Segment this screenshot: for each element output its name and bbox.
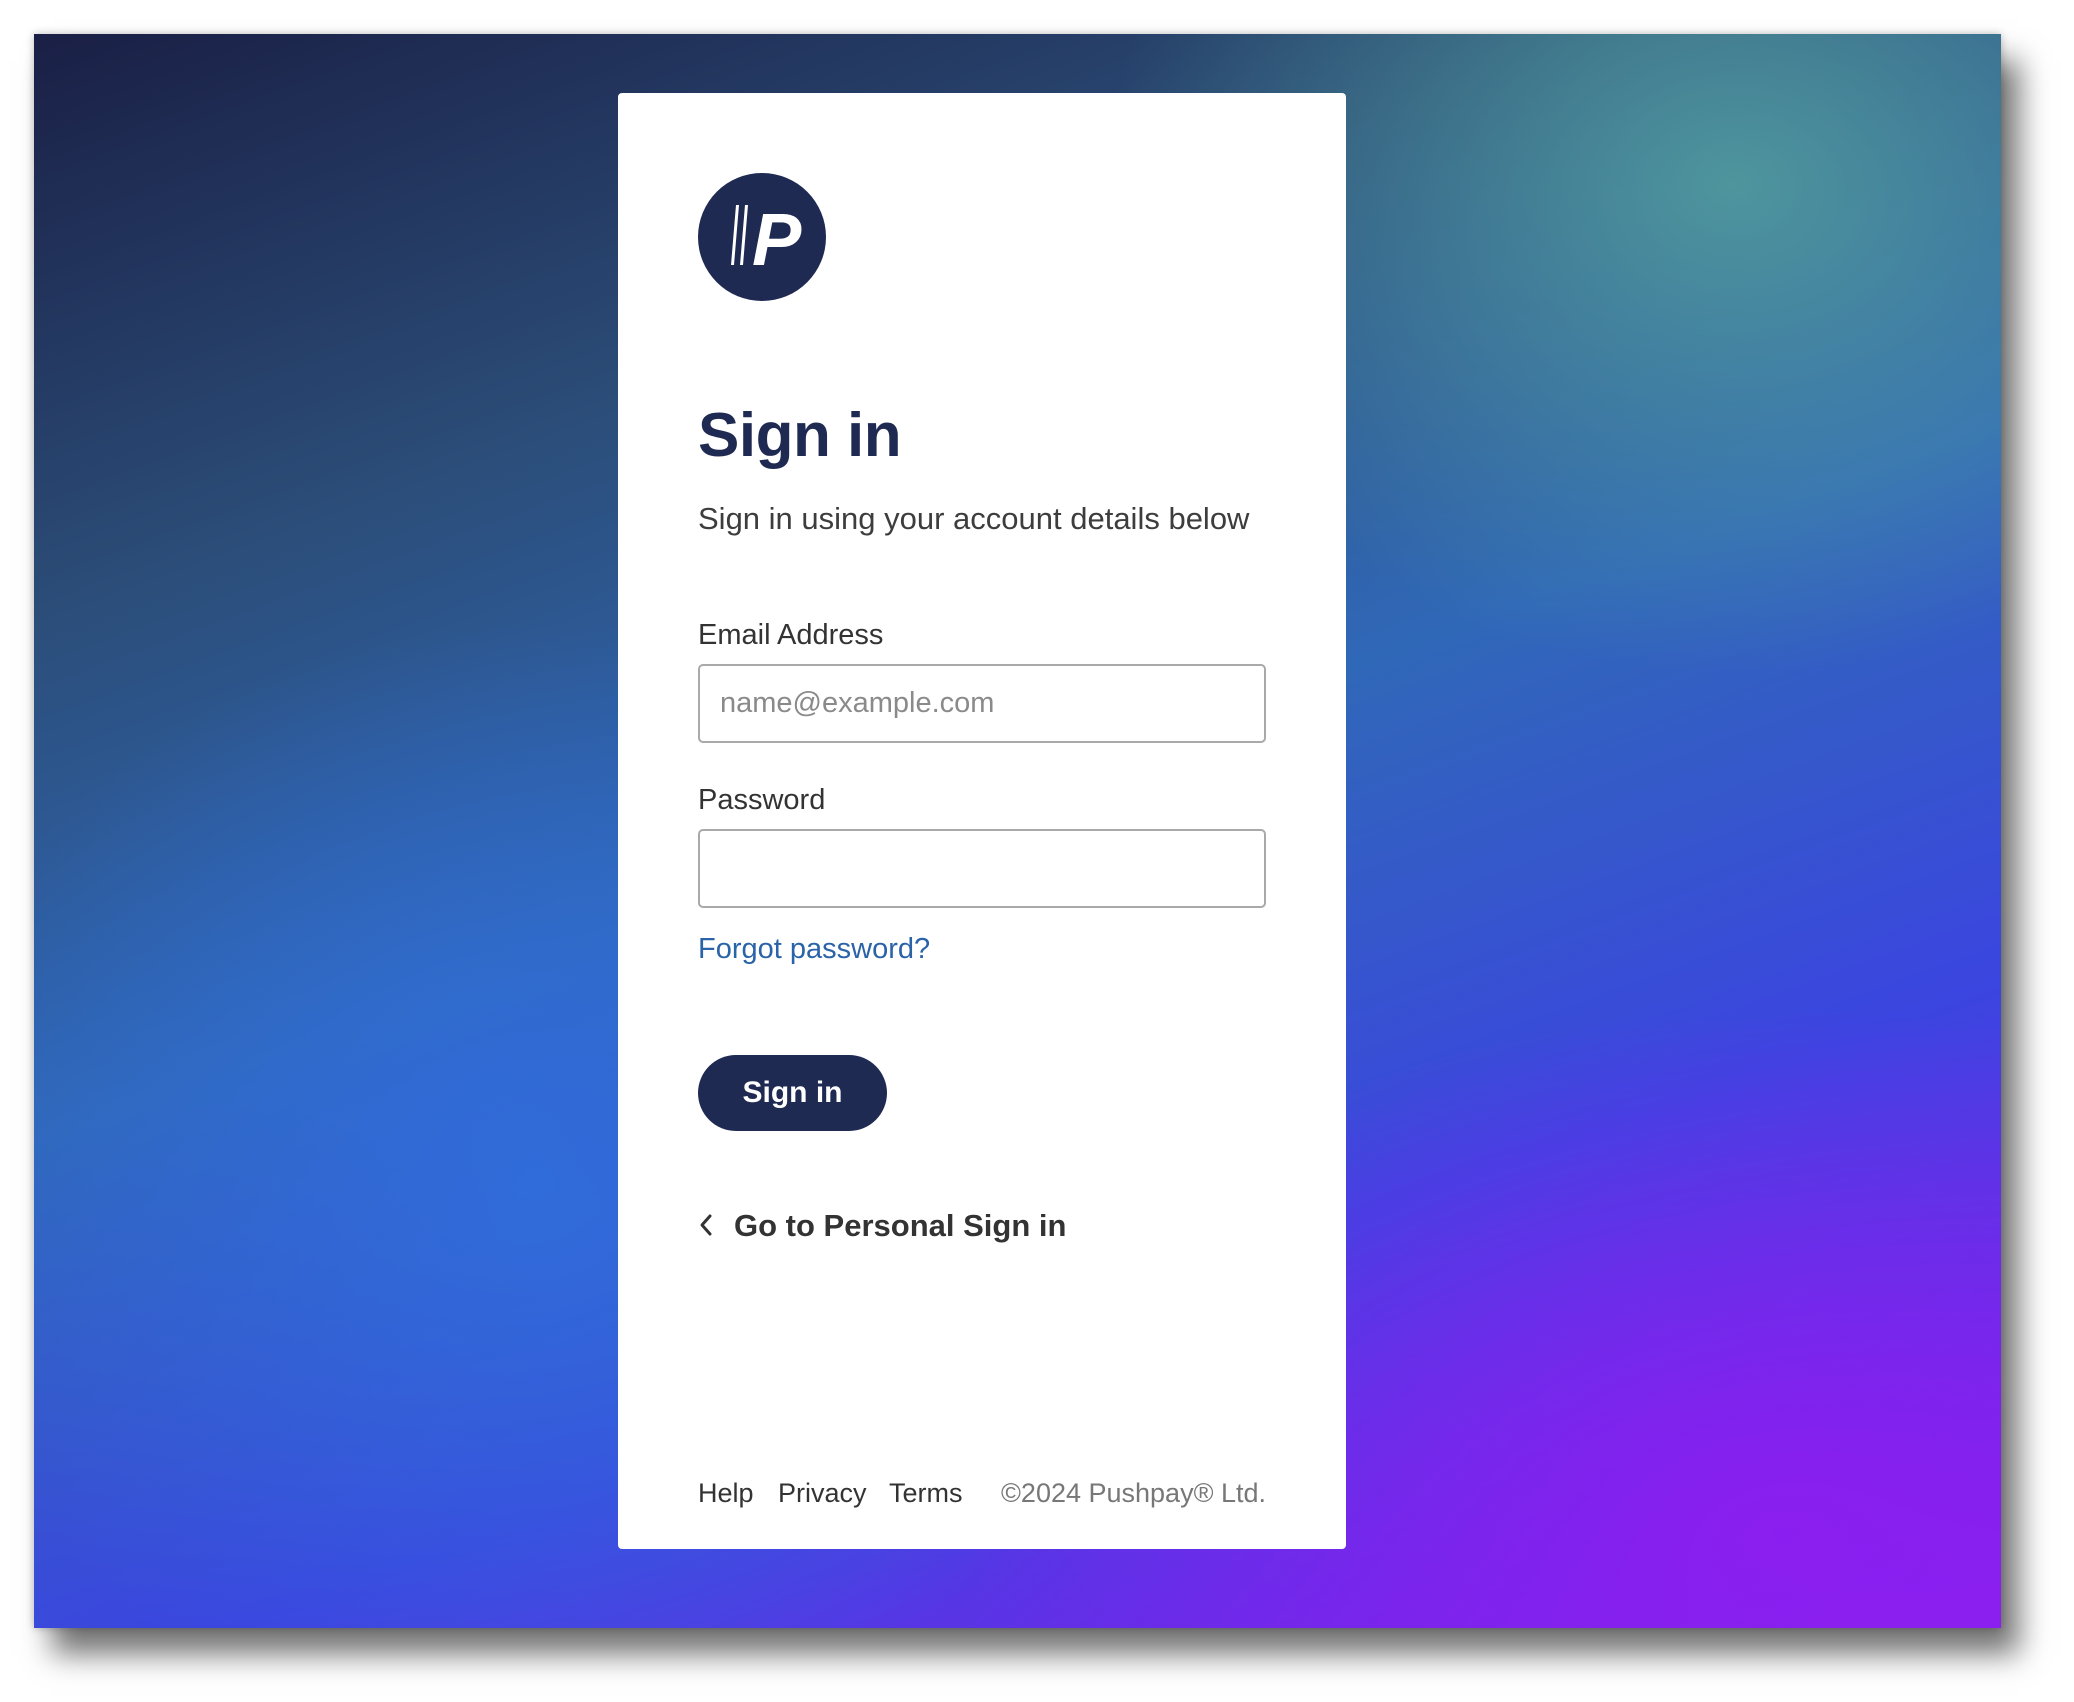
sign-in-page: P Sign in Sign in using your account det… xyxy=(34,34,2001,1628)
email-label: Email Address xyxy=(698,619,884,651)
sign-in-button[interactable]: Sign in xyxy=(698,1055,887,1131)
password-field[interactable] xyxy=(698,829,1266,908)
page-title: Sign in xyxy=(698,401,902,470)
svg-text:P: P xyxy=(752,198,802,281)
personal-sign-in-label: Go to Personal Sign in xyxy=(734,1207,1067,1243)
password-label: Password xyxy=(698,784,826,816)
footer-link-privacy[interactable]: Privacy xyxy=(778,1473,867,1513)
sign-in-card: P Sign in Sign in using your account det… xyxy=(618,93,1346,1549)
page-subtitle: Sign in using your account details below xyxy=(698,501,1250,536)
forgot-password-link[interactable]: Forgot password? xyxy=(698,935,930,964)
copyright-text: ©2024 Pushpay® Ltd. xyxy=(1001,1478,1266,1508)
footer-link-terms[interactable]: Terms xyxy=(889,1473,963,1513)
email-field[interactable] xyxy=(698,664,1266,743)
chevron-left-icon xyxy=(698,1213,714,1237)
personal-sign-in-link[interactable]: Go to Personal Sign in xyxy=(698,1205,1066,1245)
footer: Help Privacy Terms ©2024 Pushpay® Ltd. xyxy=(698,1473,1266,1513)
footer-link-help[interactable]: Help xyxy=(698,1473,754,1513)
pushpay-logo-icon: P xyxy=(698,173,826,301)
